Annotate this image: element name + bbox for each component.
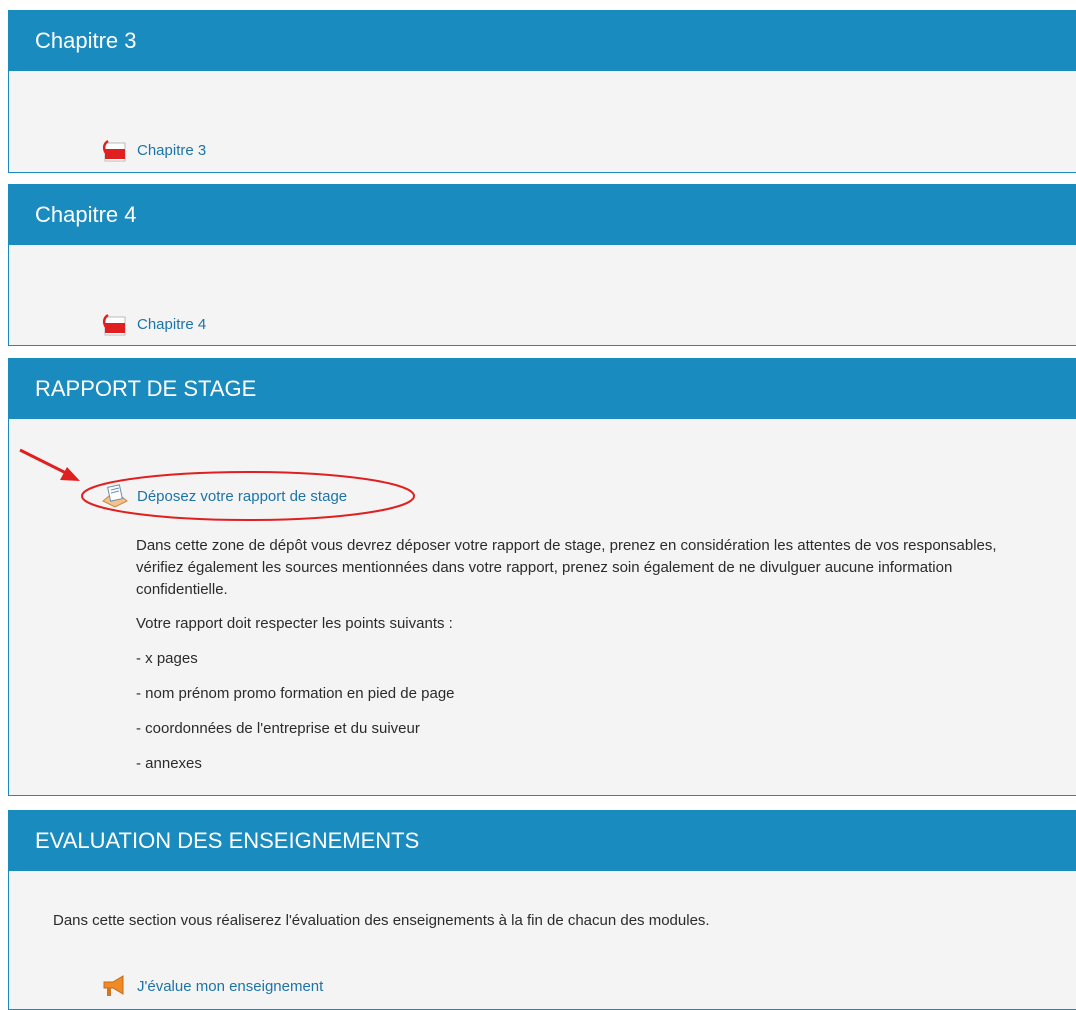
activity-chapitre-3[interactable]: Chapitre 3 xyxy=(99,137,206,163)
list-item: - nom prénom promo formation en pied de … xyxy=(136,685,455,702)
section-title: EVALUATION DES ENSEIGNEMENTS xyxy=(9,811,1076,871)
pdf-icon xyxy=(102,139,126,162)
activity-rapport-de-stage[interactable]: Déposez votre rapport de stage xyxy=(99,483,347,509)
section-chapitre-4: Chapitre 4 Chapitre 4 xyxy=(8,184,1076,346)
list-item: - coordonnées de l'entreprise et du suiv… xyxy=(136,720,420,737)
section-evaluation-des-enseignements: EVALUATION DES ENSEIGNEMENTS Dans cette … xyxy=(8,810,1076,1010)
section-rapport-de-stage: RAPPORT DE STAGE Déposez votre rapport d… xyxy=(8,358,1076,796)
section-chapitre-3: Chapitre 3 Chapitre 3 xyxy=(8,10,1076,173)
section-title: Chapitre 3 xyxy=(9,11,1076,71)
activity-evaluation[interactable]: J'évalue mon enseignement xyxy=(99,973,323,999)
activity-link[interactable]: Déposez votre rapport de stage xyxy=(137,488,347,505)
megaphone-icon xyxy=(103,975,124,996)
description-paragraph: Votre rapport doit respecter les points … xyxy=(136,615,453,632)
activity-link[interactable]: J'évalue mon enseignement xyxy=(137,978,323,995)
activity-link[interactable]: Chapitre 4 xyxy=(137,316,206,333)
section-title: Chapitre 4 xyxy=(9,185,1076,245)
list-item: - x pages xyxy=(136,650,198,667)
activity-link[interactable]: Chapitre 3 xyxy=(137,142,206,159)
activity-description: Dans cette zone de dépôt vous devrez dép… xyxy=(136,535,1036,787)
section-title: RAPPORT DE STAGE xyxy=(9,359,1076,419)
assignment-icon xyxy=(102,484,128,508)
description-paragraph: Dans cette zone de dépôt vous devrez dép… xyxy=(136,537,997,598)
list-item: - annexes xyxy=(136,755,202,772)
activity-chapitre-4[interactable]: Chapitre 4 xyxy=(99,311,206,337)
section-summary: Dans cette section vous réaliserez l'éva… xyxy=(53,912,710,929)
pdf-icon xyxy=(102,313,126,336)
